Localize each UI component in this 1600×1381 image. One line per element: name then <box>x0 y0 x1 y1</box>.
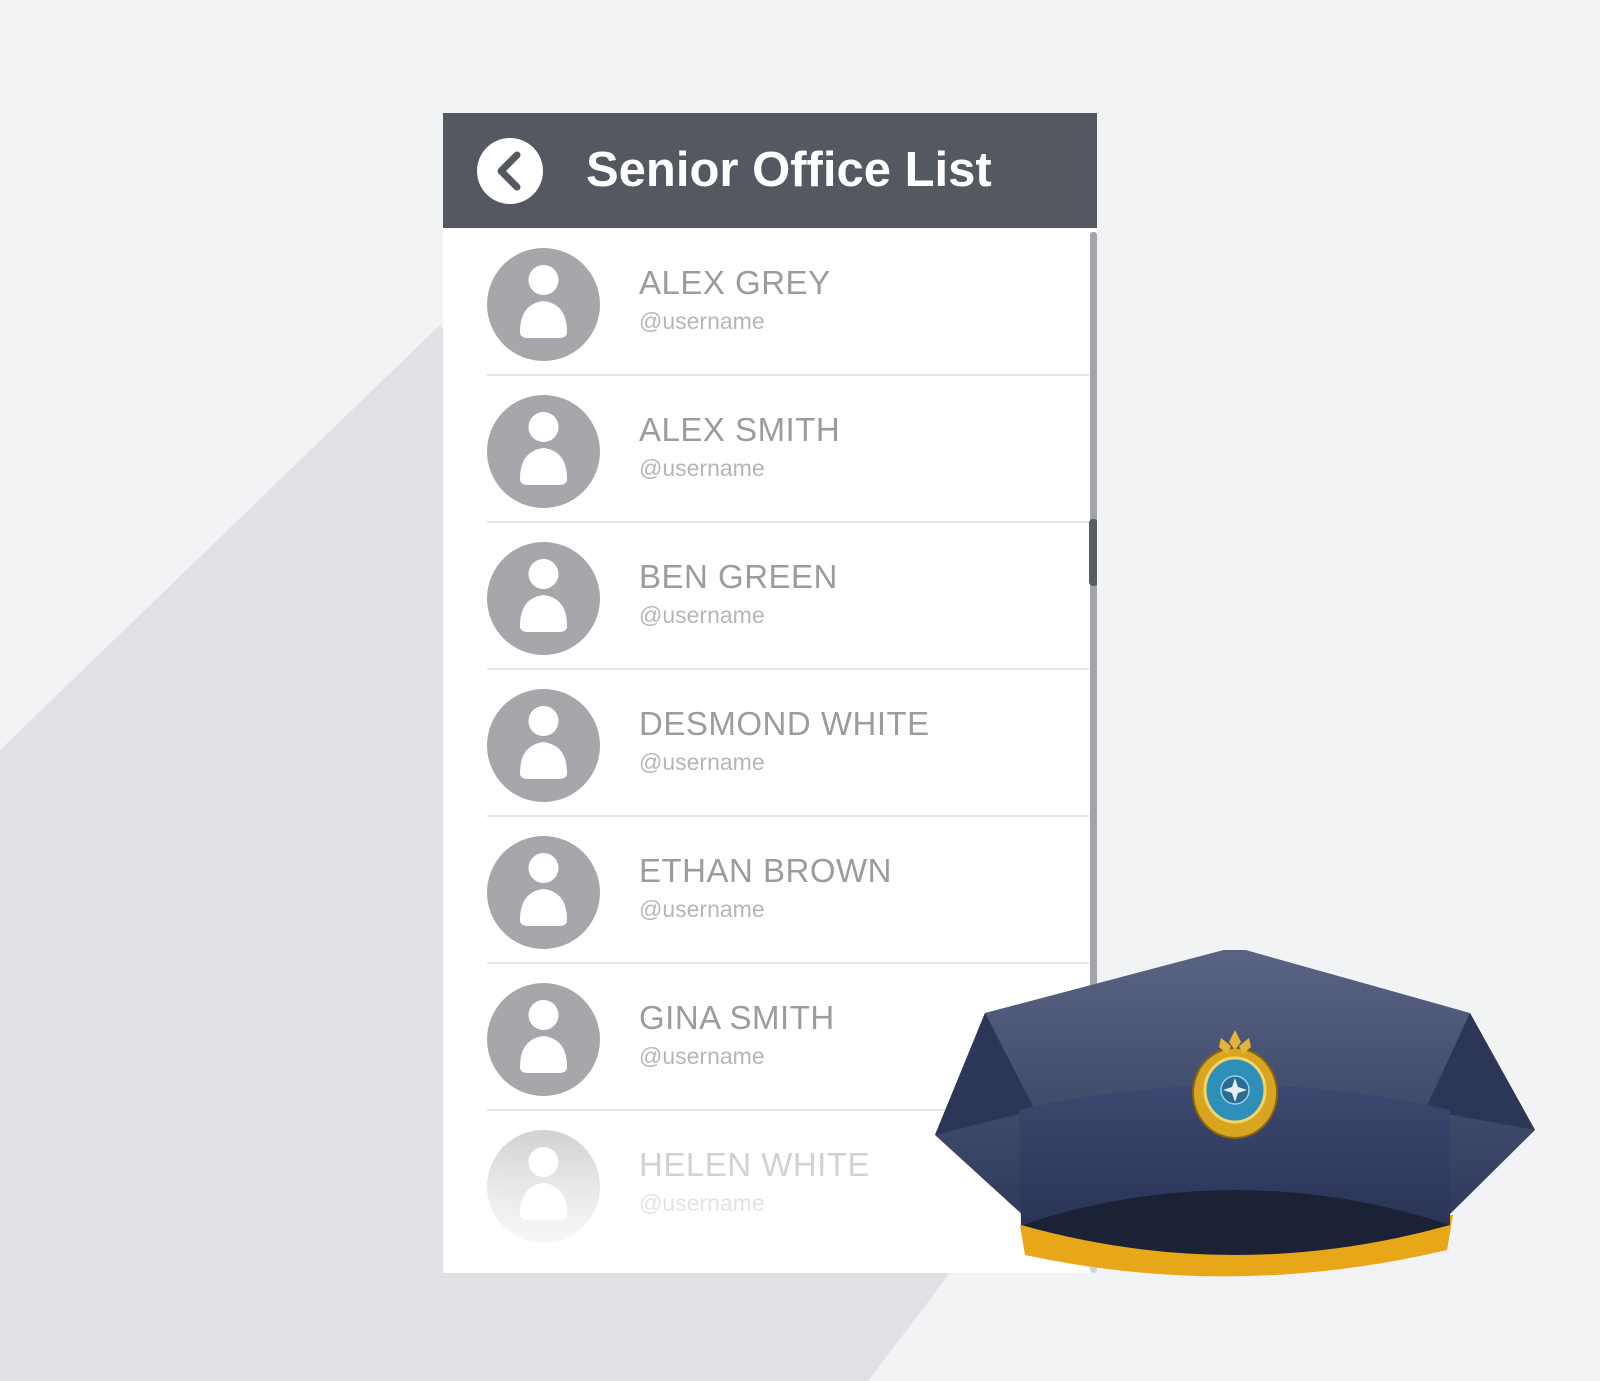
page-title: Senior Office List <box>586 143 992 197</box>
contact-handle: @username <box>639 1043 765 1069</box>
contact-name: GINA SMITH <box>639 999 835 1036</box>
contact-handle: @username <box>639 308 765 334</box>
list-item[interactable]: BEN GREEN @username <box>443 522 1097 670</box>
user-avatar-icon <box>487 836 600 949</box>
contact-name: DESMOND WHITE <box>639 705 930 742</box>
contact-handle: @username <box>639 455 765 481</box>
list-item[interactable]: ETHAN BROWN @username <box>443 816 1097 964</box>
contact-name: ALEX SMITH <box>639 411 841 448</box>
scrollbar-thumb[interactable] <box>1089 519 1097 586</box>
contact-name: ETHAN BROWN <box>639 852 892 889</box>
list-item[interactable]: ALEX GREY @username <box>443 228 1097 376</box>
user-avatar-icon <box>487 248 600 361</box>
back-button[interactable] <box>477 138 543 204</box>
user-avatar-icon <box>487 689 600 802</box>
contact-handle: @username <box>639 749 765 775</box>
contact-handle: @username <box>639 602 765 628</box>
header-bar: Senior Office List <box>443 113 1097 228</box>
chevron-left-icon <box>497 151 521 191</box>
contact-name: BEN GREEN <box>639 558 838 595</box>
contact-handle: @username <box>639 896 765 922</box>
contact-name: ALEX GREY <box>639 264 831 301</box>
contact-name: HELEN WHITE <box>639 1146 871 1183</box>
user-avatar-icon <box>487 542 600 655</box>
user-avatar-icon <box>487 395 600 508</box>
officer-cap-illustration <box>935 950 1535 1277</box>
user-avatar-icon <box>487 1130 600 1243</box>
list-item[interactable]: DESMOND WHITE @username <box>443 669 1097 817</box>
user-avatar-icon <box>487 983 600 1096</box>
contact-handle: @username <box>639 1190 765 1216</box>
list-item[interactable]: ALEX SMITH @username <box>443 375 1097 523</box>
